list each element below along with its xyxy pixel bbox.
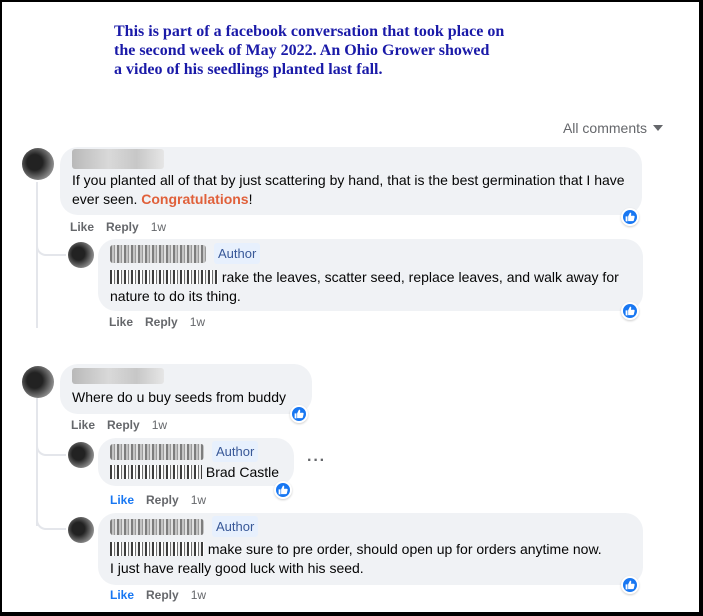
reply-link[interactable]: Reply bbox=[146, 493, 179, 507]
author-badge: Author bbox=[212, 516, 259, 537]
comment-text: make sure to pre order, should open up f… bbox=[110, 541, 602, 576]
mentioned-user[interactable] bbox=[110, 270, 218, 284]
avatar[interactable] bbox=[22, 366, 54, 398]
like-reaction-icon[interactable] bbox=[274, 481, 292, 499]
thread-connector bbox=[36, 430, 66, 456]
comment-sort-label: All comments bbox=[562, 120, 647, 136]
thread-connector bbox=[36, 504, 66, 530]
avatar[interactable] bbox=[68, 442, 94, 468]
annotation-line: a video of his seedlings planted last fa… bbox=[114, 61, 383, 78]
comment-bubble: Where do u buy seeds from buddy bbox=[60, 364, 312, 414]
like-link[interactable]: Like bbox=[109, 315, 133, 329]
annotation-line: This is part of a facebook conversation … bbox=[114, 23, 505, 40]
like-link[interactable]: Like bbox=[70, 220, 94, 234]
comment-timestamp[interactable]: 1w bbox=[191, 588, 206, 602]
comment-timestamp[interactable]: 1w bbox=[190, 315, 205, 329]
commenter-name[interactable] bbox=[72, 368, 164, 385]
like-link[interactable]: Like bbox=[71, 418, 95, 432]
comment-text: If you planted all of that by just scatt… bbox=[72, 172, 625, 208]
reply-link[interactable]: Reply bbox=[106, 220, 139, 234]
comment-actions: Like Reply 1w bbox=[70, 220, 166, 234]
avatar[interactable] bbox=[68, 517, 94, 543]
like-reaction-icon[interactable] bbox=[621, 208, 639, 226]
comment-text: rake the leaves, scatter seed, replace l… bbox=[110, 269, 619, 304]
comment-timestamp[interactable]: 1w bbox=[152, 418, 167, 432]
annotation-note: This is part of a facebook conversation … bbox=[114, 22, 654, 79]
comment-text: Where do u buy seeds from buddy bbox=[72, 389, 287, 405]
commenter-name[interactable] bbox=[110, 443, 204, 460]
comment-actions: Like Reply 1w bbox=[110, 493, 206, 507]
comment-bubble: Author Brad Castle bbox=[98, 438, 294, 486]
commenter-name[interactable] bbox=[110, 518, 204, 535]
author-badge: Author bbox=[212, 441, 259, 462]
author-badge: Author bbox=[214, 243, 261, 264]
comment-bubble: If you planted all of that by just scatt… bbox=[60, 147, 642, 215]
mention-name[interactable]: Brad Castle bbox=[206, 464, 279, 480]
like-link[interactable]: Like bbox=[110, 493, 134, 507]
annotation-line: the second week of May 2022. An Ohio Gro… bbox=[114, 42, 490, 59]
like-link[interactable]: Like bbox=[110, 588, 134, 602]
comment-actions: Like Reply 1w bbox=[71, 418, 167, 432]
thread-line bbox=[36, 182, 38, 328]
commenter-name[interactable] bbox=[110, 244, 206, 263]
comment-timestamp[interactable]: 1w bbox=[151, 220, 166, 234]
reply-link[interactable]: Reply bbox=[146, 588, 179, 602]
commenter-name[interactable] bbox=[72, 149, 164, 170]
reply-link[interactable]: Reply bbox=[145, 315, 178, 329]
reply-link[interactable]: Reply bbox=[107, 418, 140, 432]
comment-actions: Like Reply 1w bbox=[109, 315, 205, 329]
avatar[interactable] bbox=[22, 148, 54, 180]
like-reaction-icon[interactable] bbox=[290, 405, 308, 423]
like-reaction-icon[interactable] bbox=[621, 576, 639, 594]
mentioned-user[interactable] bbox=[110, 465, 202, 479]
comment-text: Brad Castle bbox=[110, 463, 282, 482]
avatar[interactable] bbox=[68, 242, 94, 268]
screenshot-frame: This is part of a facebook conversation … bbox=[0, 0, 703, 616]
chevron-down-icon bbox=[653, 125, 663, 131]
comment-bubble: Author make sure to pre order, should op… bbox=[98, 513, 643, 585]
thread-connector bbox=[36, 228, 66, 256]
comment-actions: Like Reply 1w bbox=[110, 588, 206, 602]
comment-bubble: Author rake the leaves, scatter seed, re… bbox=[98, 239, 643, 311]
like-reaction-icon[interactable] bbox=[621, 302, 639, 320]
comment-sort-dropdown[interactable]: All comments bbox=[563, 120, 663, 136]
more-options-icon[interactable]: ··· bbox=[307, 452, 326, 470]
comment-timestamp[interactable]: 1w bbox=[191, 493, 206, 507]
mentioned-user[interactable] bbox=[110, 542, 204, 556]
